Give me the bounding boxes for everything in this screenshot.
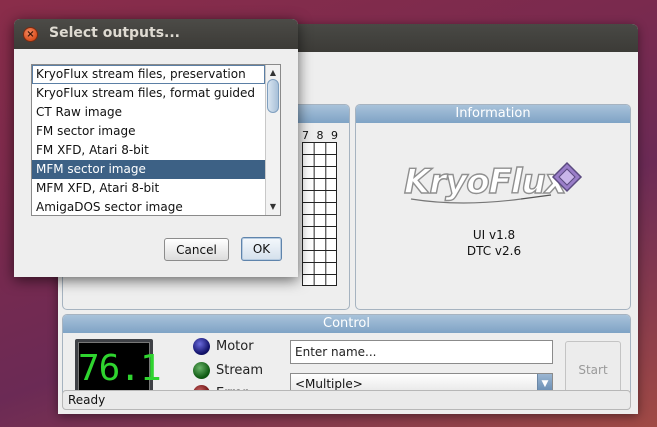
dialog-title: Select outputs... — [49, 25, 180, 41]
close-icon[interactable]: × — [23, 27, 38, 42]
stream-label: Stream — [216, 362, 264, 378]
list-item[interactable]: KryoFlux stream files, format guided — [32, 84, 265, 103]
list-item[interactable]: CT Raw image — [32, 103, 265, 122]
kryoflux-logo: KryoFlux — [403, 161, 583, 204]
select-outputs-dialog: × Select outputs... KryoFlux stream file… — [14, 19, 298, 277]
stream-led-icon — [193, 361, 210, 379]
motor-led-icon — [193, 337, 210, 355]
dialog-body: KryoFlux stream files, preservation Kryo… — [14, 49, 298, 277]
name-input[interactable] — [290, 340, 553, 364]
list-scrollbar[interactable]: ▲ ▼ — [265, 65, 280, 215]
ui-version: UI v1.8 — [472, 228, 516, 242]
information-panel: Information KryoFlux UI v1.8 DTC v2.6 — [355, 104, 631, 310]
cancel-button[interactable]: Cancel — [164, 238, 229, 261]
list-item[interactable]: AmigaDOS sector image — [32, 198, 265, 215]
list-item[interactable]: KryoFlux stream files, preservation — [32, 65, 265, 84]
scroll-thumb[interactable] — [267, 79, 279, 113]
dialog-titlebar[interactable]: × Select outputs... — [14, 19, 298, 49]
scroll-up-arrow-icon[interactable]: ▲ — [266, 66, 280, 80]
output-format-value: <Multiple> — [295, 377, 363, 391]
outputs-list[interactable]: KryoFlux stream files, preservation Kryo… — [31, 64, 281, 216]
grid-column-numbers: 7 8 9 — [302, 129, 340, 142]
motor-indicator: Motor — [193, 336, 254, 356]
motor-label: Motor — [216, 338, 254, 354]
ok-button[interactable]: OK — [241, 237, 282, 261]
status-bar: Ready — [62, 390, 631, 410]
dtc-version: DTC v2.6 — [466, 244, 522, 258]
list-item-selected[interactable]: MFM sector image — [32, 160, 265, 179]
stream-indicator: Stream — [193, 360, 263, 380]
information-panel-header: Information — [356, 105, 630, 123]
outputs-list-items: KryoFlux stream files, preservation Kryo… — [32, 65, 265, 215]
scroll-down-arrow-icon[interactable]: ▼ — [266, 200, 280, 214]
list-item[interactable]: FM sector image — [32, 122, 265, 141]
control-panel-header: Control — [63, 315, 630, 333]
list-item[interactable]: MFM XFD, Atari 8-bit — [32, 179, 265, 198]
list-item[interactable]: FM XFD, Atari 8-bit — [32, 141, 265, 160]
track-grid — [302, 142, 337, 286]
